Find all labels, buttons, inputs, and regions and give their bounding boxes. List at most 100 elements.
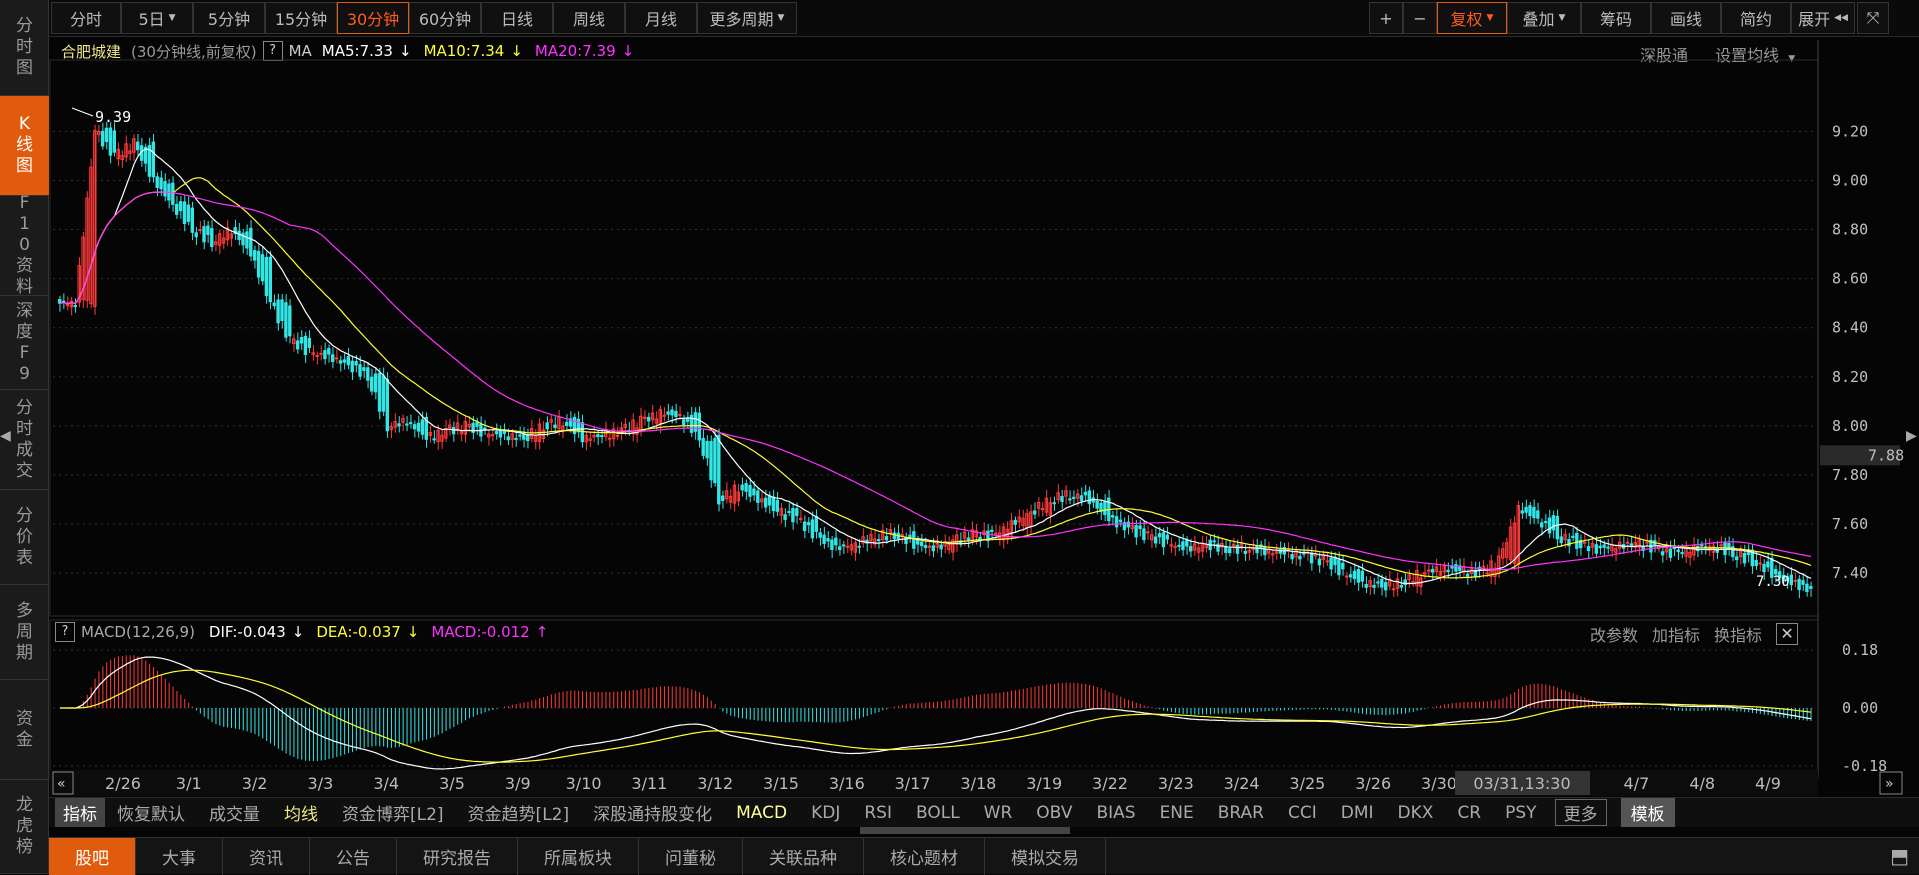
candle-body [1621,544,1626,549]
help-button[interactable]: ? [262,41,283,61]
left-nav-item-3[interactable]: 深度F9 [0,296,49,390]
indicator-tab-16[interactable]: CCI [1276,803,1329,823]
period-tab-9[interactable]: 更多周期 ▼ [697,2,797,34]
candle-body [841,544,846,547]
period-tab-3[interactable]: 15分钟 [265,2,337,34]
footer-tab-3[interactable]: 公告 [310,837,397,875]
indicator-tab-12[interactable]: OBV [1024,803,1084,823]
indicator-tab-6[interactable]: 深股通持股变化 [581,800,724,825]
indicator-tab-9[interactable]: RSI [852,803,904,823]
footer-tab-9[interactable]: 模拟交易 [985,837,1106,875]
candle-body [927,545,932,548]
candle-body [1395,578,1400,590]
indicator-tab-4[interactable]: 资金博弈[L2] [330,800,456,825]
candle-body [951,539,955,553]
tool-button-3[interactable]: 叠加 ▼ [1507,2,1581,34]
candle-body [678,413,682,416]
candle-body [1228,548,1232,554]
tool-label: 复权 [1450,10,1483,29]
candle-body [845,545,850,548]
footer-tab-1[interactable]: 大事 [136,837,223,875]
indicator-tab-5[interactable]: 资金趋势[L2] [456,800,582,825]
tool-button-7[interactable]: 展开 ◀◀ [1791,2,1855,34]
x-tick: 4/8 [1689,774,1715,793]
indicator-tab-17[interactable]: DMI [1329,803,1386,823]
sgt-link[interactable]: 深股通 [1640,46,1688,65]
candle-body [124,143,128,158]
candle-body [1259,544,1263,549]
indicator-tab-18[interactable]: DKX [1386,803,1446,823]
left-nav-label: K线图 [16,114,33,176]
tool-button-0[interactable]: + [1369,2,1403,34]
indicator-tab-10[interactable]: BOLL [904,803,972,823]
left-nav-item-0[interactable]: 分时图 [0,0,49,96]
candle-body [1345,575,1349,578]
layout-icon[interactable]: ⬒ [1890,844,1909,868]
footer-tab-4[interactable]: 研究报告 [397,837,518,875]
swap-indicator-button[interactable]: 换指标 [1714,622,1762,646]
footer-tab-5[interactable]: 所属板块 [518,837,639,875]
tool-button-2[interactable]: 复权 ▼ [1437,2,1507,34]
indicator-tab-21[interactable]: 更多 [1554,799,1607,826]
macd-help-button[interactable]: ? [55,622,75,642]
candle-body [319,352,323,355]
period-tab-7[interactable]: 周线 [553,2,625,34]
left-nav-item-4[interactable]: 分时成交 [0,390,49,490]
tool-button-5[interactable]: 画线 [1651,2,1721,34]
indicator-tab-15[interactable]: BRAR [1206,803,1276,823]
left-nav-item-2[interactable]: F10资料 [0,193,49,297]
set-ma-button[interactable]: 设置均线 [1715,46,1779,65]
indicator-tab-0[interactable]: 指标 [55,798,105,827]
fullscreen-icon[interactable]: ⤧ [1857,2,1889,34]
candle-body [490,434,495,437]
indicator-tab-13[interactable]: BIAS [1084,803,1147,823]
left-nav-item-1[interactable]: K线图 [0,96,49,196]
candle-body [159,177,163,190]
candle-body [1516,504,1520,566]
x-tick: 3/17 [895,774,931,793]
candle-body [440,434,444,442]
footer-tab-0[interactable]: 股吧 [49,837,136,875]
tool-button-1[interactable]: − [1403,2,1437,34]
close-icon[interactable]: ✕ [1776,623,1799,645]
indicator-tab-7[interactable]: MACD [724,803,799,823]
tool-button-4[interactable]: 筹码 [1581,2,1651,34]
period-tab-label: 更多周期 [709,10,774,29]
footer-tab-6[interactable]: 问董秘 [639,837,743,875]
footer-tab-8[interactable]: 核心题材 [864,837,985,875]
indicator-tab-8[interactable]: KDJ [799,803,852,823]
kline-chart[interactable]: 9.20 9.00 8.80 8.60 8.40 8.20 8.00 7.80 7.60 7.40… [0,0,1919,874]
add-indicator-button[interactable]: 加指标 [1652,622,1700,646]
candle-body [1111,515,1115,518]
indicator-tab-20[interactable]: PSY [1493,803,1548,823]
period-tab-8[interactable]: 月线 [625,2,697,34]
footer-tab-2[interactable]: 资讯 [223,837,310,875]
period-tab-2[interactable]: 5分钟 [193,2,265,34]
candle-body [1793,579,1797,582]
arrow-down-icon: ↓ [621,42,635,60]
indicator-tab-11[interactable]: WR [972,803,1025,823]
indicator-tab-2[interactable]: 成交量 [197,800,272,825]
indicator-tab-1[interactable]: 恢复默认 [105,800,197,825]
candle-body [1688,551,1692,558]
candle-body [553,424,557,429]
candle-body [1263,546,1267,556]
indicator-tab-22[interactable]: 模板 [1620,798,1675,827]
arrow-down-icon: ↓ [406,623,420,641]
left-nav-item-8[interactable]: 龙虎榜 [0,780,49,874]
change-params-button[interactable]: 改参数 [1590,622,1638,646]
period-tab-4[interactable]: 30分钟 [337,2,409,34]
left-nav-item-5[interactable]: 分价表 [0,490,49,585]
candle-body [362,367,366,372]
period-tab-0[interactable]: 分时 [51,2,121,34]
period-tab-6[interactable]: 日线 [481,2,553,34]
tool-button-6[interactable]: 简约 [1721,2,1791,34]
indicator-tab-14[interactable]: ENE [1148,803,1206,823]
footer-tab-7[interactable]: 关联品种 [743,837,864,875]
left-nav-item-7[interactable]: 资金 [0,680,49,780]
indicator-tab-3[interactable]: 均线 [272,800,330,825]
left-nav-item-6[interactable]: 多周期 [0,585,49,680]
period-tab-1[interactable]: 5日 ▼ [121,2,193,34]
period-tab-5[interactable]: 60分钟 [409,2,481,34]
indicator-tab-19[interactable]: CR [1445,803,1493,823]
